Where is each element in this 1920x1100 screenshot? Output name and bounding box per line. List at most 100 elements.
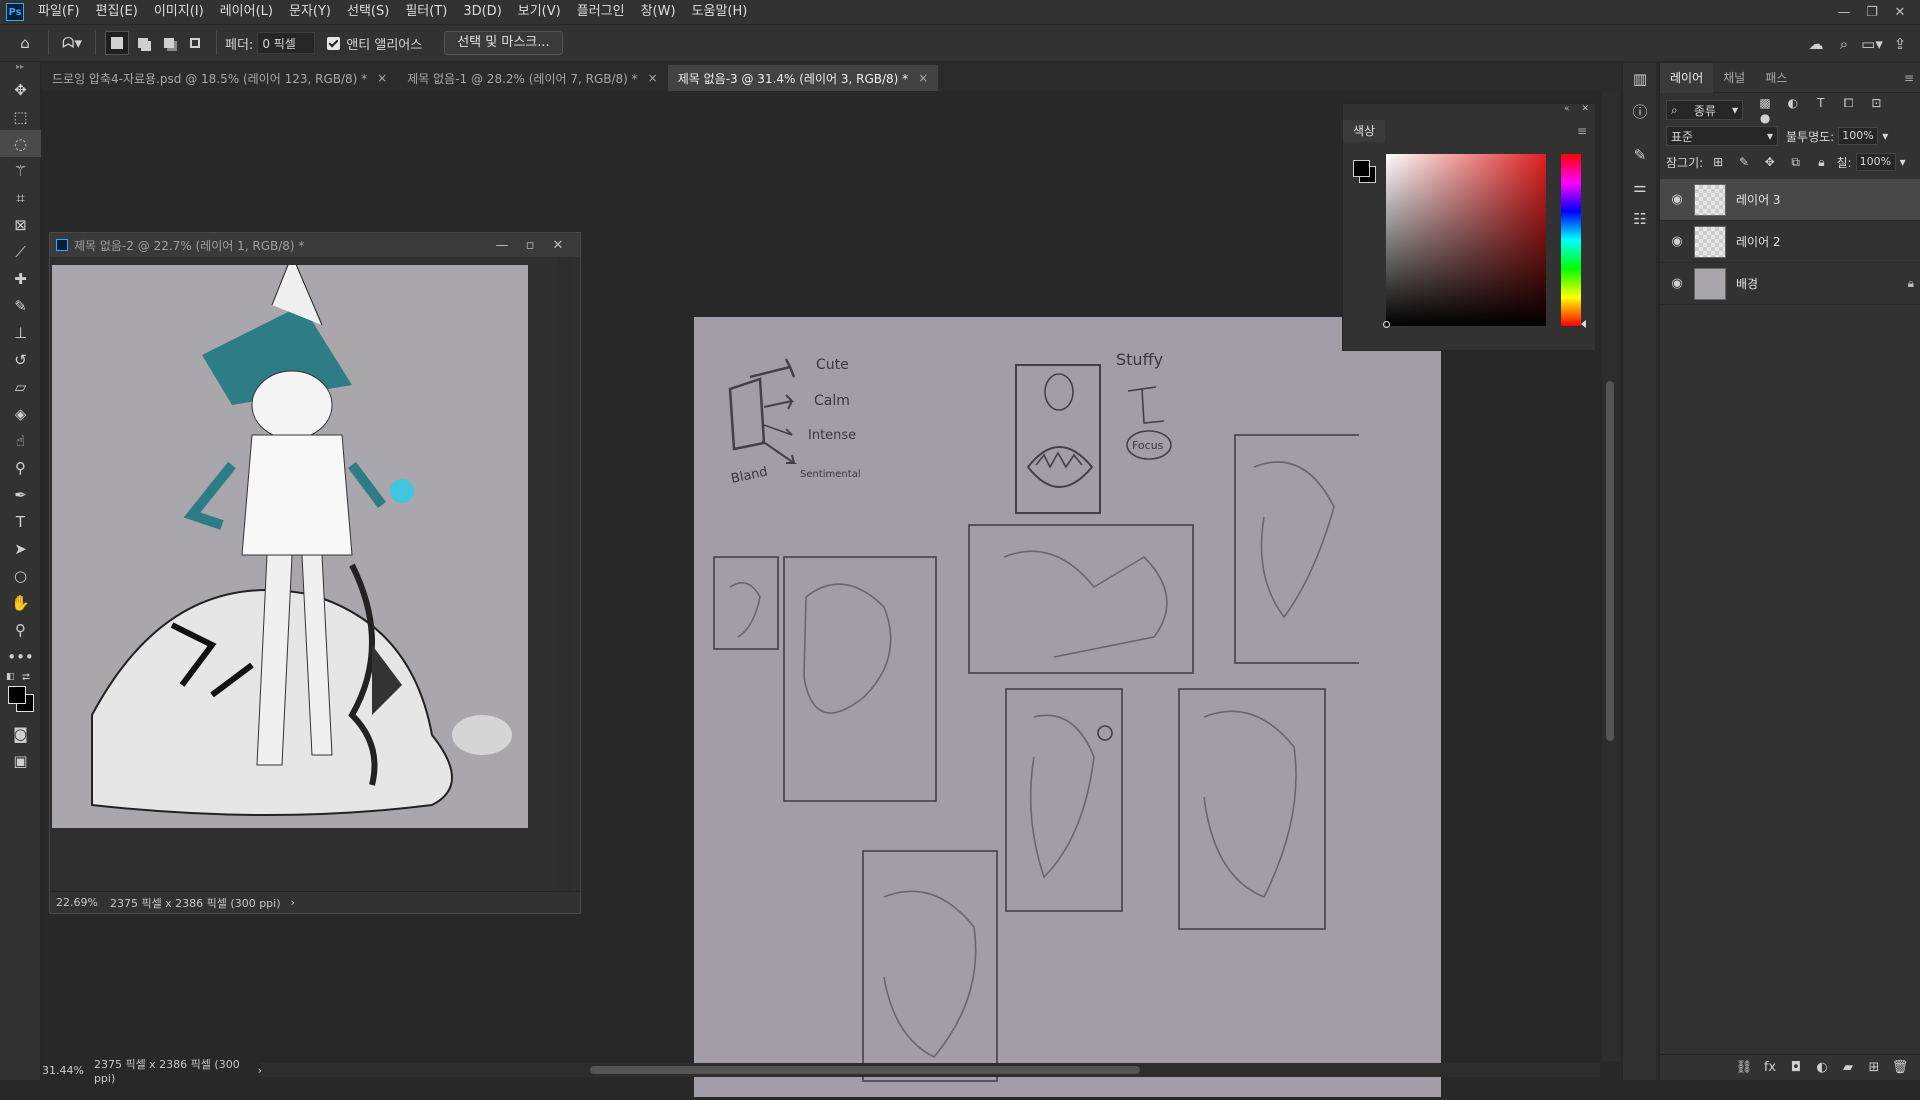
add-mask-icon[interactable]: ◘ [1783,1060,1809,1075]
lock-position-icon[interactable]: ✥ [1759,155,1781,169]
color-panel-tab[interactable]: 색상 [1343,120,1386,142]
healing-brush-tool-icon[interactable]: ✚ [0,265,41,292]
chevron-down-icon[interactable]: ▾ [1900,155,1906,169]
color-saturation-field[interactable] [1386,154,1546,326]
close-icon[interactable]: ✕ [544,233,572,257]
horizontal-scrollbar[interactable] [260,1063,1600,1077]
restore-icon[interactable]: ❐ [1858,0,1886,24]
share-icon[interactable]: ⇪ [1886,31,1914,57]
document-tab[interactable]: 제목 없음-1 @ 28.2% (레이어 7, RGB/8) * × [397,65,668,91]
layer-filter-select[interactable]: ⌕ 종류 ▾ [1666,100,1744,120]
floating-canvas[interactable] [52,253,528,828]
adjustment-filter-icon[interactable]: ◐ [1781,96,1805,110]
close-icon[interactable]: ✕ [1886,0,1914,24]
default-colors-icon[interactable]: ◧ [6,672,15,682]
close-tab-icon[interactable]: × [377,71,387,85]
intersect-selection-button[interactable] [183,31,207,55]
zoom-level[interactable]: 31.44% [42,1064,84,1077]
info-icon[interactable]: ⓘ [1623,95,1657,127]
close-tab-icon[interactable]: × [648,71,658,85]
pixel-filter-icon[interactable]: ▩ [1753,96,1777,110]
eyedropper-tool-icon[interactable]: ⟋ [0,238,41,265]
lock-all-icon[interactable]: 🔒︎ [1810,155,1832,170]
antialias-checkbox[interactable] [327,36,341,50]
path-selection-tool-icon[interactable]: ➤ [0,535,41,562]
new-selection-button[interactable] [105,31,129,55]
adjustment-layer-icon[interactable]: ◐ [1809,1060,1835,1075]
lock-icon[interactable]: 🔒︎ [1908,276,1914,291]
menu-3d[interactable]: 3D(D) [455,0,509,24]
panel-menu-icon[interactable]: ≡ [1577,124,1587,138]
layer-row[interactable]: ◉ 배경 🔒︎ [1660,263,1920,305]
lasso-tool-icon[interactable]: ◌ [0,130,41,157]
add-to-selection-button[interactable] [131,31,155,55]
visibility-eye-icon[interactable]: ◉ [1666,276,1688,291]
menu-edit[interactable]: 편집(E) [88,0,146,24]
document-tab[interactable]: 드로잉 압축4-자료용.psd @ 18.5% (레이어 123, RGB/8)… [42,65,398,91]
cloud-docs-icon[interactable]: ☁ [1802,31,1830,57]
more-tools-icon[interactable]: ••• [0,643,41,670]
zoom-tool-icon[interactable]: ⚲ [0,616,41,643]
history-brush-tool-icon[interactable]: ↺ [0,346,41,373]
shape-filter-icon[interactable]: ⧠ [1837,96,1861,111]
close-icon[interactable]: ✕ [1581,104,1589,120]
floating-zoom-level[interactable]: 22.69% [56,896,98,909]
subtract-from-selection-button[interactable] [157,31,181,55]
feather-input[interactable]: 0 픽셀 [257,32,316,54]
menu-plugins[interactable]: 플러그인 [569,0,633,24]
lock-transparency-icon[interactable]: ⊞ [1707,155,1729,169]
brush-tool-icon[interactable]: ✎ [0,292,41,319]
menu-view[interactable]: 보기(V) [510,0,569,24]
floating-document-window[interactable]: 제목 없음-2 @ 22.7% (레이어 1, RGB/8) * — ▫ ✕ 2… [49,232,581,914]
new-layer-icon[interactable]: ⊞ [1861,1060,1887,1075]
fill-input[interactable]: 100% [1855,153,1896,171]
menu-layer[interactable]: 레이어(L) [212,0,281,24]
move-tool-icon[interactable]: ✥ [0,76,41,103]
lock-pixels-icon[interactable]: ✎ [1733,155,1755,169]
menu-select[interactable]: 선택(S) [339,0,397,24]
pen-tool-icon[interactable]: ✒ [0,481,41,508]
smudge-tool-icon[interactable]: ☝ [0,427,41,454]
link-layers-icon[interactable]: ⛓ [1731,1060,1757,1075]
menu-type[interactable]: 문자(Y) [281,0,339,24]
layer-style-icon[interactable]: fx [1757,1060,1783,1075]
collapse-icon[interactable]: « [1564,104,1570,120]
foreground-color-swatch[interactable] [8,686,26,704]
screen-mode-icon[interactable]: ▣ [0,747,41,774]
menu-file[interactable]: 파일(F) [30,0,88,24]
dodge-tool-icon[interactable]: ⚲ [0,454,41,481]
maximize-icon[interactable]: ▫ [516,233,544,257]
menu-window[interactable]: 창(W) [633,0,684,24]
scrollbar-thumb[interactable] [590,1066,1140,1074]
delete-layer-icon[interactable]: 🗑︎ [1887,1060,1913,1075]
foreground-color-swatch[interactable] [1353,160,1370,177]
frame-tool-icon[interactable]: ⊠ [0,211,41,238]
magic-wand-tool-icon[interactable]: ⚚ [0,157,41,184]
eraser-tool-icon[interactable]: ▱ [0,373,41,400]
menu-image[interactable]: 이미지(I) [146,0,212,24]
hue-slider[interactable] [1561,154,1581,326]
color-picker-handle[interactable] [1383,321,1390,328]
layer-row[interactable]: ◉ 레이어 3 [1660,179,1920,221]
histogram-icon[interactable]: ▥ [1623,63,1657,95]
vertical-scrollbar[interactable] [1602,91,1620,1061]
hand-tool-icon[interactable]: ✋ [0,589,41,616]
visibility-eye-icon[interactable]: ◉ [1666,234,1688,249]
properties-icon[interactable]: ☷ [1623,203,1657,235]
floating-window-titlebar[interactable]: 제목 없음-2 @ 22.7% (레이어 1, RGB/8) * — ▫ ✕ [50,233,580,257]
menu-filter[interactable]: 필터(T) [397,0,455,24]
home-icon[interactable]: ⌂ [12,30,38,56]
minimize-icon[interactable]: — [488,233,516,257]
opacity-input[interactable]: 100% [1838,127,1879,145]
tab-channels[interactable]: 채널 [1713,63,1755,93]
close-tab-icon[interactable]: × [918,71,928,85]
chevron-right-icon[interactable]: › [291,896,295,909]
brush-settings-icon[interactable]: ✎ [1623,139,1657,171]
panel-menu-icon[interactable]: ≡ [1904,71,1914,85]
tab-layers[interactable]: 레이어 [1660,62,1714,93]
paint-bucket-tool-icon[interactable]: ◈ [0,400,41,427]
main-canvas[interactable]: Cute Calm Intense Sentimental Bland Stuf… [694,317,1441,1097]
select-and-mask-button[interactable]: 선택 및 마스크... [444,31,563,55]
filter-toggle-icon[interactable]: ● [1753,111,1777,125]
clone-stamp-tool-icon[interactable]: ⊥ [0,319,41,346]
